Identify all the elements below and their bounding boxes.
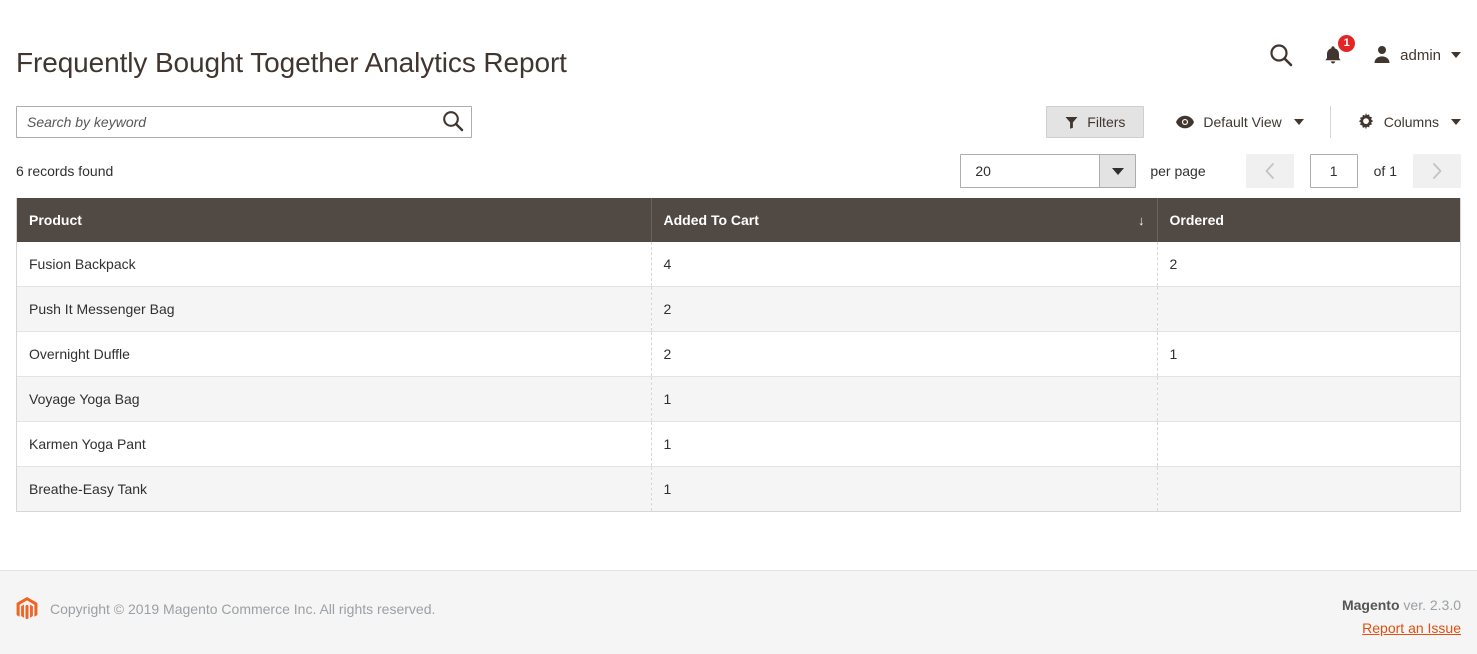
- per-page-label: per page: [1150, 163, 1206, 179]
- cell-ordered: [1157, 466, 1460, 511]
- eye-icon: [1176, 113, 1195, 131]
- grid-head: Product Added To Cart ↓ Ordered: [17, 198, 1460, 242]
- brand-name: Magento: [1341, 597, 1400, 613]
- funnel-icon: [1065, 116, 1078, 129]
- current-page-input[interactable]: [1309, 154, 1358, 188]
- per-page-dropdown-toggle[interactable]: [1099, 155, 1136, 187]
- user-avatar-icon: [1372, 44, 1392, 67]
- previous-page-button[interactable]: [1245, 154, 1294, 188]
- column-label-product: Product: [29, 212, 82, 228]
- cell-added-to-cart: 1: [651, 376, 1158, 422]
- cell-ordered: [1157, 376, 1460, 422]
- table-row[interactable]: Push It Messenger Bag 2: [17, 286, 1460, 332]
- filters-button[interactable]: Filters: [1046, 106, 1145, 138]
- cell-product: Overnight Duffle: [17, 331, 652, 377]
- chevron-left-icon: [1265, 163, 1274, 179]
- cell-added-to-cart: 1: [651, 421, 1158, 467]
- table-row[interactable]: Overnight Duffle 2 1: [17, 331, 1460, 377]
- cell-product: Voyage Yoga Bag: [17, 376, 652, 422]
- global-search-button[interactable]: [1268, 42, 1294, 68]
- bell-icon: 1: [1320, 35, 1356, 68]
- page-title: Frequently Bought Together Analytics Rep…: [16, 47, 567, 78]
- cell-product: Breathe-Easy Tank: [17, 466, 652, 511]
- column-label-added-to-cart: Added To Cart: [663, 212, 759, 228]
- cell-ordered: 2: [1157, 242, 1460, 287]
- view-bookmarks-control[interactable]: Default View: [1144, 106, 1323, 138]
- notifications-button[interactable]: 1: [1320, 35, 1356, 68]
- version-line: Magento ver. 2.3.0: [1342, 597, 1461, 613]
- copyright-area: Copyright © 2019 Magento Commerce Inc. A…: [16, 597, 435, 621]
- chevron-right-icon: [1433, 163, 1442, 179]
- records-found-label: 6 records found: [16, 163, 114, 179]
- admin-user-name: admin: [1400, 46, 1441, 64]
- view-label: Default View: [1203, 114, 1282, 130]
- notification-count-badge: 1: [1338, 35, 1356, 52]
- page-footer: Copyright © 2019 Magento Commerce Inc. A…: [0, 570, 1477, 654]
- search-submit-button[interactable]: [440, 109, 466, 135]
- grid-controls: Filters Default View Columns: [1046, 106, 1461, 138]
- data-grid-container: Product Added To Cart ↓ Ordered Fusion B…: [16, 198, 1461, 512]
- cell-ordered: [1157, 286, 1460, 332]
- cell-added-to-cart: 2: [651, 331, 1158, 377]
- grid-body: Fusion Backpack 4 2 Push It Messenger Ba…: [17, 242, 1460, 511]
- copyright-text: Copyright © 2019 Magento Commerce Inc. A…: [50, 601, 436, 617]
- sort-indicator-desc: ↓: [1138, 212, 1145, 228]
- filters-label: Filters: [1087, 114, 1126, 130]
- cell-ordered: [1157, 421, 1460, 467]
- per-page-value: 20: [975, 163, 991, 179]
- column-header-ordered[interactable]: Ordered: [1157, 198, 1460, 242]
- keyword-search-box: [16, 106, 472, 138]
- cell-added-to-cart: 4: [651, 242, 1158, 287]
- chevron-down-icon: [1293, 119, 1304, 125]
- version-number: ver. 2.3.0: [1399, 597, 1461, 613]
- analytics-data-grid: Product Added To Cart ↓ Ordered Fusion B…: [17, 198, 1460, 511]
- column-label-ordered: Ordered: [1169, 212, 1224, 228]
- admin-user-menu[interactable]: admin: [1372, 44, 1461, 67]
- cell-added-to-cart: 2: [651, 286, 1158, 332]
- columns-label: Columns: [1383, 114, 1439, 130]
- column-header-product[interactable]: Product: [17, 198, 652, 242]
- cell-added-to-cart: 1: [651, 466, 1158, 511]
- cell-ordered: 1: [1157, 331, 1460, 377]
- grid-sub-toolbar: 6 records found 20 per page of 1: [0, 144, 1477, 198]
- per-page-select[interactable]: 20: [960, 154, 1137, 188]
- table-row[interactable]: Breathe-Easy Tank 1: [17, 466, 1460, 511]
- total-pages-label: of 1: [1373, 163, 1397, 179]
- chevron-down-icon: [1111, 167, 1124, 175]
- header-actions: 1 admin: [1268, 35, 1461, 68]
- report-issue-link[interactable]: Report an Issue: [1362, 620, 1461, 636]
- columns-control[interactable]: Columns: [1329, 106, 1461, 138]
- admin-page: Frequently Bought Together Analytics Rep…: [0, 0, 1477, 654]
- chevron-down-icon: [1451, 52, 1461, 58]
- cell-product: Push It Messenger Bag: [17, 286, 652, 332]
- column-header-added-to-cart[interactable]: Added To Cart ↓: [651, 198, 1158, 242]
- table-row[interactable]: Karmen Yoga Pant 1: [17, 421, 1460, 467]
- table-row[interactable]: Fusion Backpack 4 2: [17, 242, 1460, 287]
- gear-icon: [1357, 113, 1375, 131]
- grid-header-row: Product Added To Cart ↓ Ordered: [17, 198, 1460, 242]
- search-icon: [1268, 42, 1294, 68]
- pager-nav: of 1: [1245, 154, 1461, 188]
- footer-meta: Magento ver. 2.3.0 Report an Issue: [1342, 597, 1461, 636]
- pager: 20 per page of 1: [960, 154, 1461, 188]
- magento-logo-icon: [16, 597, 38, 621]
- page-header: Frequently Bought Together Analytics Rep…: [0, 0, 1477, 100]
- table-row[interactable]: Voyage Yoga Bag 1: [17, 376, 1460, 422]
- next-page-button[interactable]: [1413, 154, 1461, 188]
- chevron-down-icon: [1451, 119, 1461, 125]
- cell-product: Fusion Backpack: [17, 242, 652, 287]
- grid-toolbar: Filters Default View: [0, 100, 1477, 144]
- cell-product: Karmen Yoga Pant: [17, 421, 652, 467]
- search-input[interactable]: [16, 106, 472, 138]
